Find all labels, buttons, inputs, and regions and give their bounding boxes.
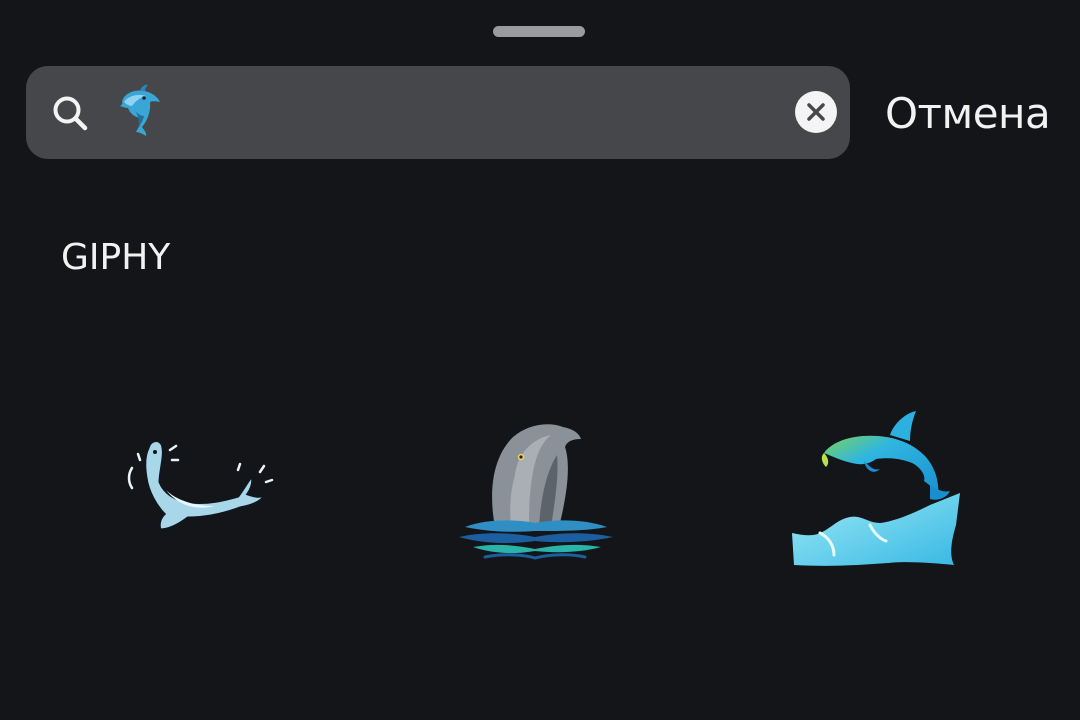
- section-title-giphy: GIPHY: [61, 237, 171, 278]
- clear-search-button[interactable]: [795, 91, 837, 133]
- cancel-button[interactable]: Отмена: [885, 88, 1051, 140]
- search-input[interactable]: 🐬: [114, 80, 164, 140]
- dolphin-splash-sticker-icon: [127, 439, 274, 532]
- sheet-drag-handle[interactable]: [493, 26, 585, 37]
- sticker-search-screen: 🐬 Отмена GIPHY: [0, 0, 1080, 720]
- sticker-result-1[interactable]: [120, 430, 275, 540]
- dolphin-head-water-sticker-icon: [459, 424, 613, 560]
- dolphin-jumping-wave-sticker-icon: [792, 411, 960, 566]
- dolphin-emoji-icon: [120, 84, 160, 136]
- sticker-result-2[interactable]: [455, 415, 615, 563]
- close-icon: [807, 103, 825, 121]
- search-icon: [50, 93, 90, 133]
- sticker-result-3[interactable]: [790, 405, 965, 570]
